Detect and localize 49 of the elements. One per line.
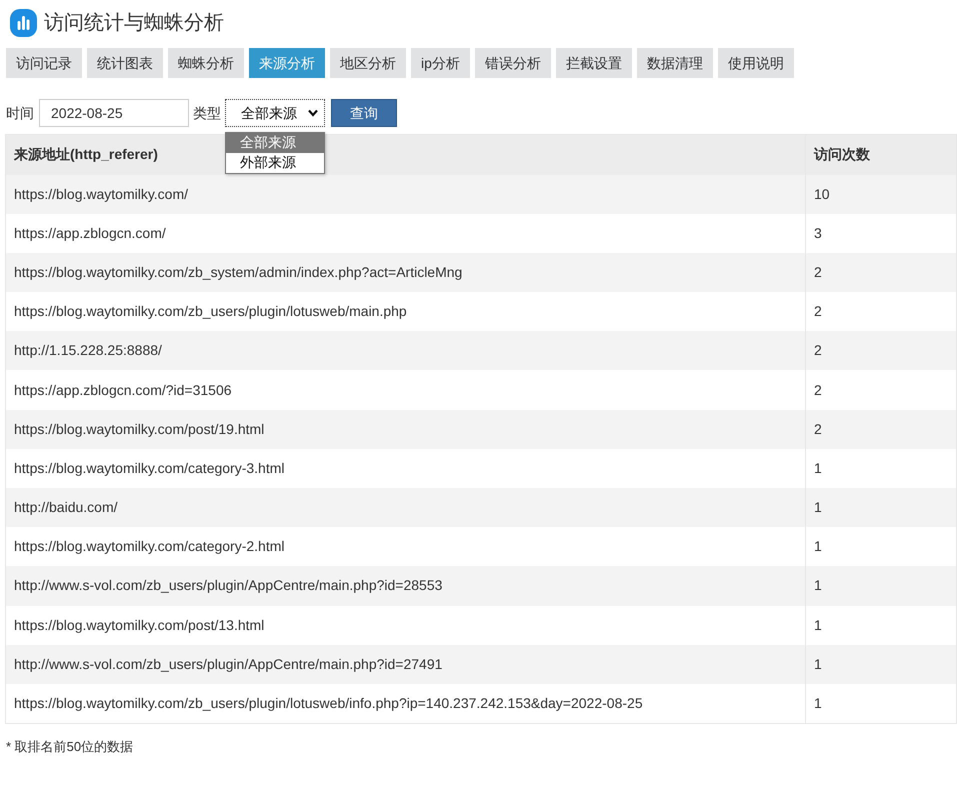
table-cell: 1	[806, 527, 956, 566]
nav-tab[interactable]: 地区分析	[330, 48, 406, 78]
nav-tab[interactable]: ip分析	[411, 48, 470, 78]
dropdown-option[interactable]: 外部来源	[226, 153, 324, 173]
table-cell: https://app.zblogcn.com/	[6, 214, 806, 253]
table-cell: 3	[806, 214, 956, 253]
type-label: 类型	[193, 104, 221, 123]
nav-tab[interactable]: 访问记录	[6, 48, 82, 78]
table-cell: https://blog.waytomilky.com/	[6, 174, 806, 214]
dropdown-option[interactable]: 全部来源	[226, 133, 324, 153]
table-cell: 2	[806, 252, 956, 292]
column-header: 访问次数	[806, 134, 956, 174]
bar-chart-icon	[10, 9, 37, 37]
table-cell: https://blog.waytomilky.com/post/19.html	[6, 410, 806, 449]
table-cell: 2	[806, 410, 956, 449]
nav-tab[interactable]: 拦截设置	[556, 48, 632, 78]
table-cell: http://baidu.com/	[6, 488, 806, 528]
date-field[interactable]: 2022-08-25	[39, 99, 189, 127]
query-button[interactable]: 查询	[331, 99, 397, 127]
table-cell: https://blog.waytomilky.com/zb_users/plugin/lotusweb/info.php?ip=140.237.242.153&day=2022-08-25	[6, 684, 806, 724]
table-cell: 10	[806, 174, 956, 214]
table-cell: https://blog.waytomilky.com/post/13.html	[6, 606, 806, 645]
nav-tab[interactable]: 统计图表	[87, 48, 163, 78]
table-cell: http://1.15.228.25:8888/	[6, 331, 806, 370]
table-cell: http://www.s-vol.com/zb_users/plugin/AppCentre/main.php?id=28553	[6, 566, 806, 606]
table-cell: 1	[806, 606, 956, 645]
table-cell: https://blog.waytomilky.com/category-2.html	[6, 527, 806, 566]
nav-tab[interactable]: 蜘蛛分析	[168, 48, 244, 78]
table-cell: 2	[806, 370, 956, 410]
table-cell: https://app.zblogcn.com/?id=31506	[6, 370, 806, 410]
table-cell: https://blog.waytomilky.com/category-3.html	[6, 448, 806, 488]
nav-tab[interactable]: 使用说明	[718, 48, 794, 78]
table-cell: 2	[806, 331, 956, 370]
nav-tab[interactable]: 错误分析	[474, 48, 551, 78]
date-label: 时间	[6, 104, 34, 123]
table-cell: https://blog.waytomilky.com/zb_system/admin/index.php?act=ArticleMng	[6, 252, 806, 292]
table-cell: https://blog.waytomilky.com/zb_users/plugin/lotusweb/main.php	[6, 292, 806, 332]
table-cell: 2	[806, 292, 956, 332]
table-cell: 1	[806, 684, 956, 724]
footnote: * 取排名前50位的数据	[5, 738, 134, 756]
page-title: 访问统计与蜘蛛分析	[44, 11, 224, 36]
table-cell: 1	[806, 566, 956, 606]
type-select[interactable]: 全部来源	[225, 99, 325, 127]
nav-tab[interactable]: 数据清理	[636, 48, 713, 78]
table-cell: 1	[806, 448, 956, 488]
chevron-down-icon	[308, 109, 318, 117]
table-cell: 1	[806, 488, 956, 528]
table-cell: http://www.s-vol.com/zb_users/plugin/AppCentre/main.php?id=27491	[6, 644, 806, 684]
table-cell: 1	[806, 644, 956, 684]
